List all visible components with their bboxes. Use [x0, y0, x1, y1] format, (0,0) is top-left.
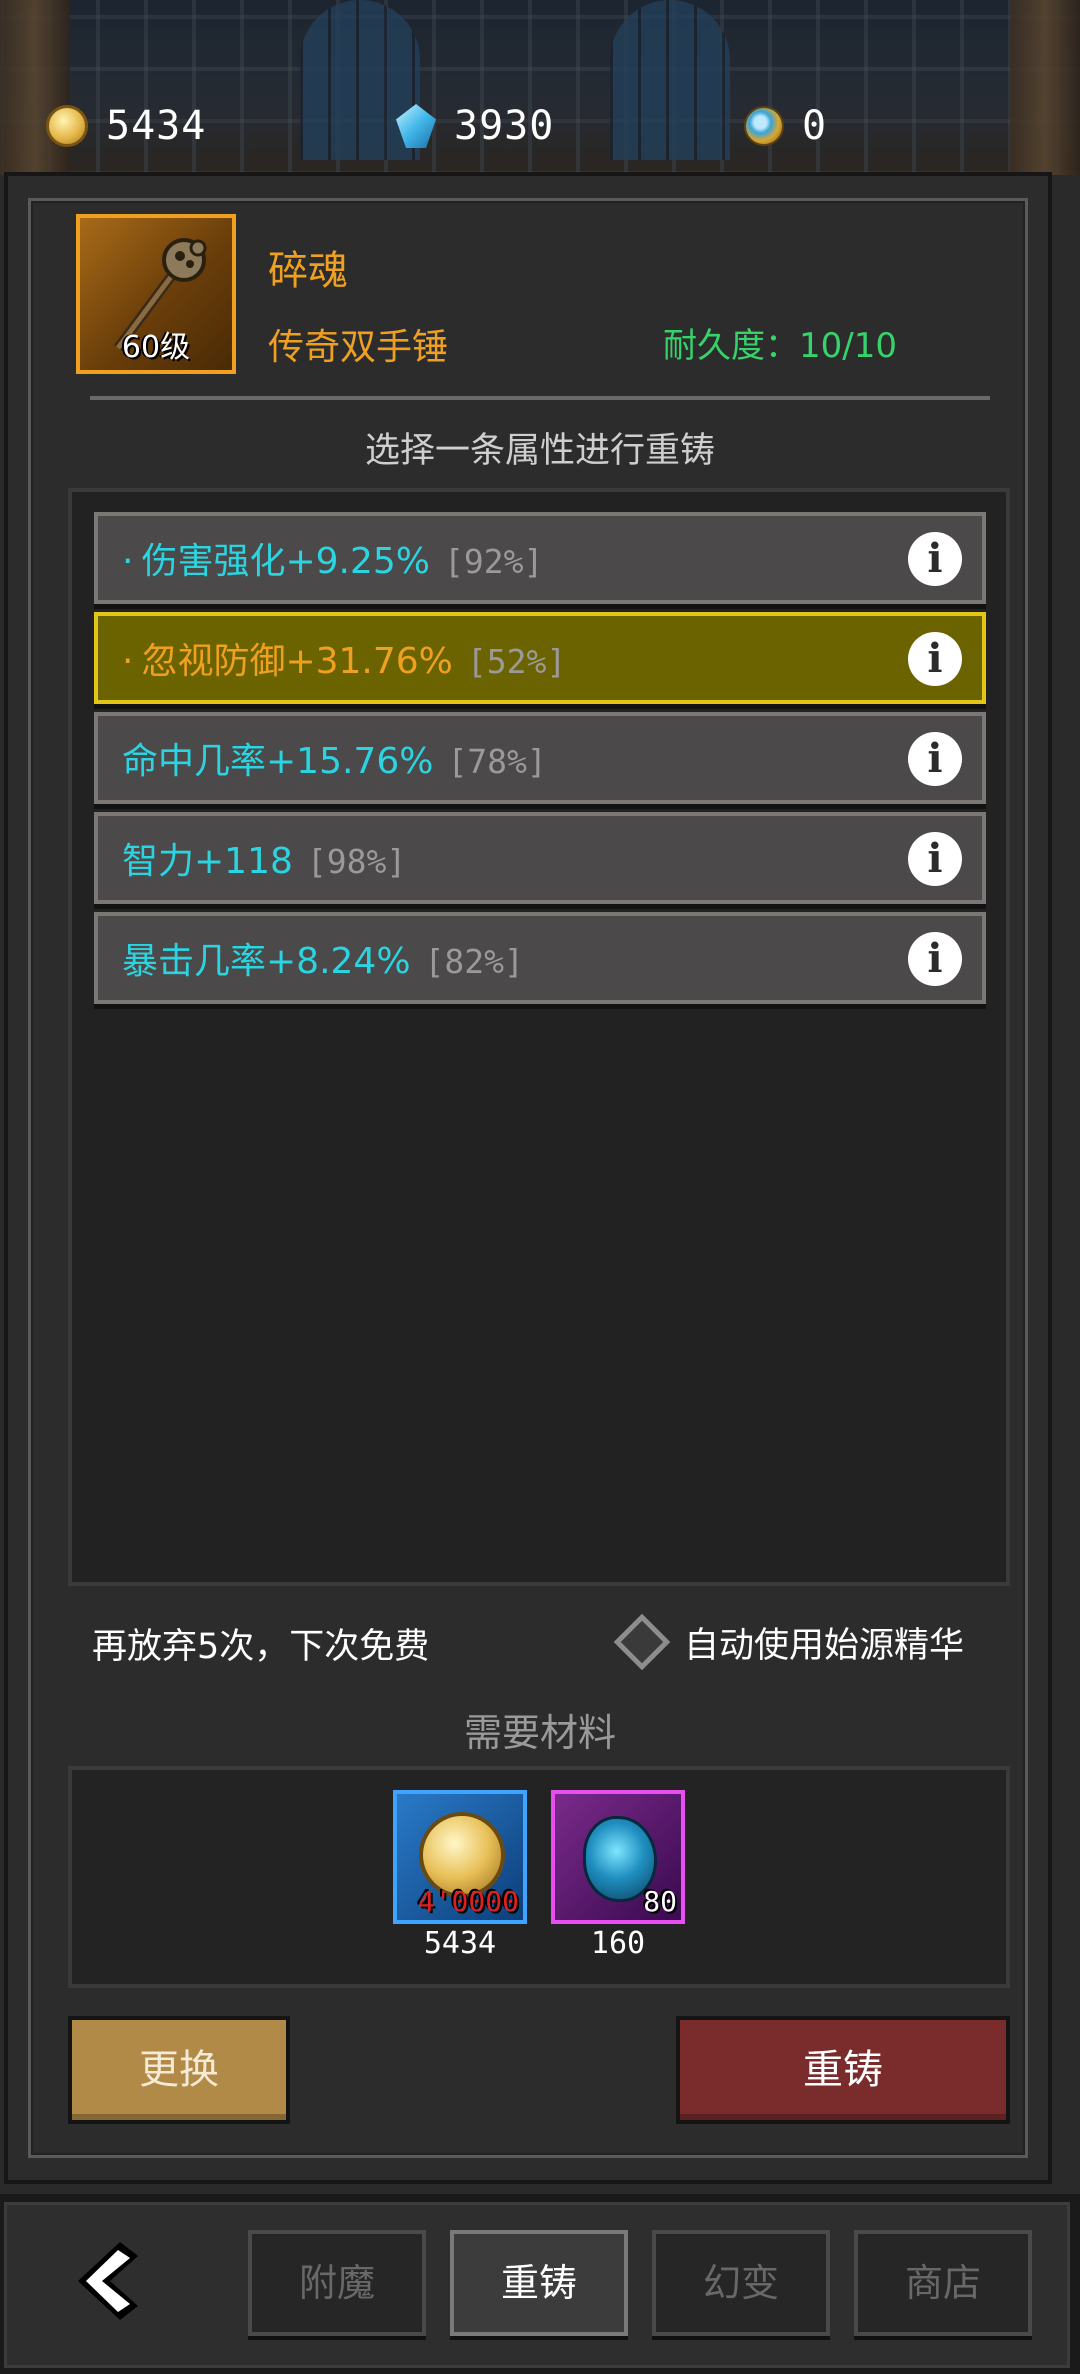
material-have: 5434 [423, 1926, 497, 1961]
gold-currency: 5434 [46, 100, 206, 152]
attribute-row[interactable]: 暴击几率+8.24% [82%] i [94, 912, 986, 1004]
attribute-value: 智力+118 [122, 841, 293, 882]
material-need: 4'0000 [417, 1885, 519, 1918]
attribute-row[interactable]: 智力+118 [98%] i [94, 812, 986, 904]
attribute-value: 命中几率+15.76% [122, 741, 434, 782]
reforge-button[interactable]: 重铸 [676, 2016, 1010, 2124]
info-icon[interactable]: i [908, 532, 962, 586]
attribute-text: 智力+118 [98%] [98, 832, 406, 884]
material-have: 160 [590, 1926, 646, 1961]
attribute-roll: [98%] [306, 842, 407, 881]
attribute-row[interactable]: · 伤害强化+9.25% [92%] i [94, 512, 986, 604]
tab-shop[interactable]: 商店 [854, 2230, 1032, 2336]
attribute-value: 伤害强化+9.25% [141, 541, 430, 582]
orb-icon [744, 106, 784, 146]
item-name: 碎魂 [268, 248, 348, 294]
attribute-text: 命中几率+15.76% [78%] [98, 732, 547, 784]
attribute-value: 忽视防御+31.76% [141, 641, 453, 682]
material-need: 80 [643, 1885, 677, 1918]
gold-amount: 5434 [106, 103, 207, 149]
attribute-roll: [92%] [443, 542, 544, 581]
attribute-row[interactable]: 命中几率+15.76% [78%] i [94, 712, 986, 804]
auto-use-checkbox[interactable] [613, 1613, 671, 1671]
info-icon[interactable]: i [908, 832, 962, 886]
material-stone[interactable]: 80 [551, 1790, 685, 1924]
auto-use-toggle[interactable]: 自动使用始源精华 [612, 1612, 964, 1672]
replace-button[interactable]: 更换 [68, 2016, 290, 2124]
materials-box [68, 1766, 1010, 1988]
gold-coin-icon [46, 105, 88, 147]
item-icon[interactable]: 60级 [76, 214, 236, 374]
material-gold[interactable]: 4'0000 [393, 1790, 527, 1924]
tab-reforge[interactable]: 重铸 [450, 2230, 628, 2336]
attribute-text: 暴击几率+8.24% [82%] [98, 932, 524, 984]
item-durability: 耐久度：10/10 [663, 326, 897, 366]
materials-title: 需要材料 [463, 1711, 616, 1755]
attribute-roll: [78%] [447, 742, 547, 781]
back-arrow-icon[interactable] [72, 2236, 152, 2326]
tab-transmog[interactable]: 幻变 [652, 2230, 830, 2336]
info-icon[interactable]: i [908, 932, 962, 986]
info-icon[interactable]: i [908, 632, 962, 686]
attribute-text: · 忽视防御+31.76% [52%] [122, 641, 567, 682]
crystal-icon [396, 104, 436, 148]
attribute-value: 暴击几率+8.24% [122, 941, 411, 982]
attribute-text: · 伤害强化+9.25% [92%] [122, 541, 544, 582]
instruction-text: 选择一条属性进行重铸 [364, 431, 715, 471]
crystal-amount: 3930 [454, 103, 555, 149]
info-icon[interactable]: i [908, 732, 962, 786]
attribute-roll: [52%] [466, 642, 567, 681]
attribute-row-selected[interactable]: · 忽视防御+31.76% [52%] i [94, 612, 986, 704]
attribute-list: · 伤害强化+9.25% [92%] i · 忽视防御+31.76% [52%] i 命… [68, 488, 1010, 1586]
tab-enchant[interactable]: 附魔 [248, 2230, 426, 2336]
item-type: 传奇双手锤 [268, 327, 449, 368]
divider [90, 396, 990, 400]
orb-currency: 0 [744, 100, 827, 152]
orb-amount: 0 [802, 103, 828, 149]
item-level: 60级 [121, 330, 191, 365]
auto-use-label: 自动使用始源精华 [684, 1625, 965, 1666]
free-reforge-hint: 再放弃5次，下次免费 [92, 1627, 430, 1667]
attribute-roll: [82%] [424, 942, 524, 981]
crystal-currency: 3930 [396, 100, 554, 152]
